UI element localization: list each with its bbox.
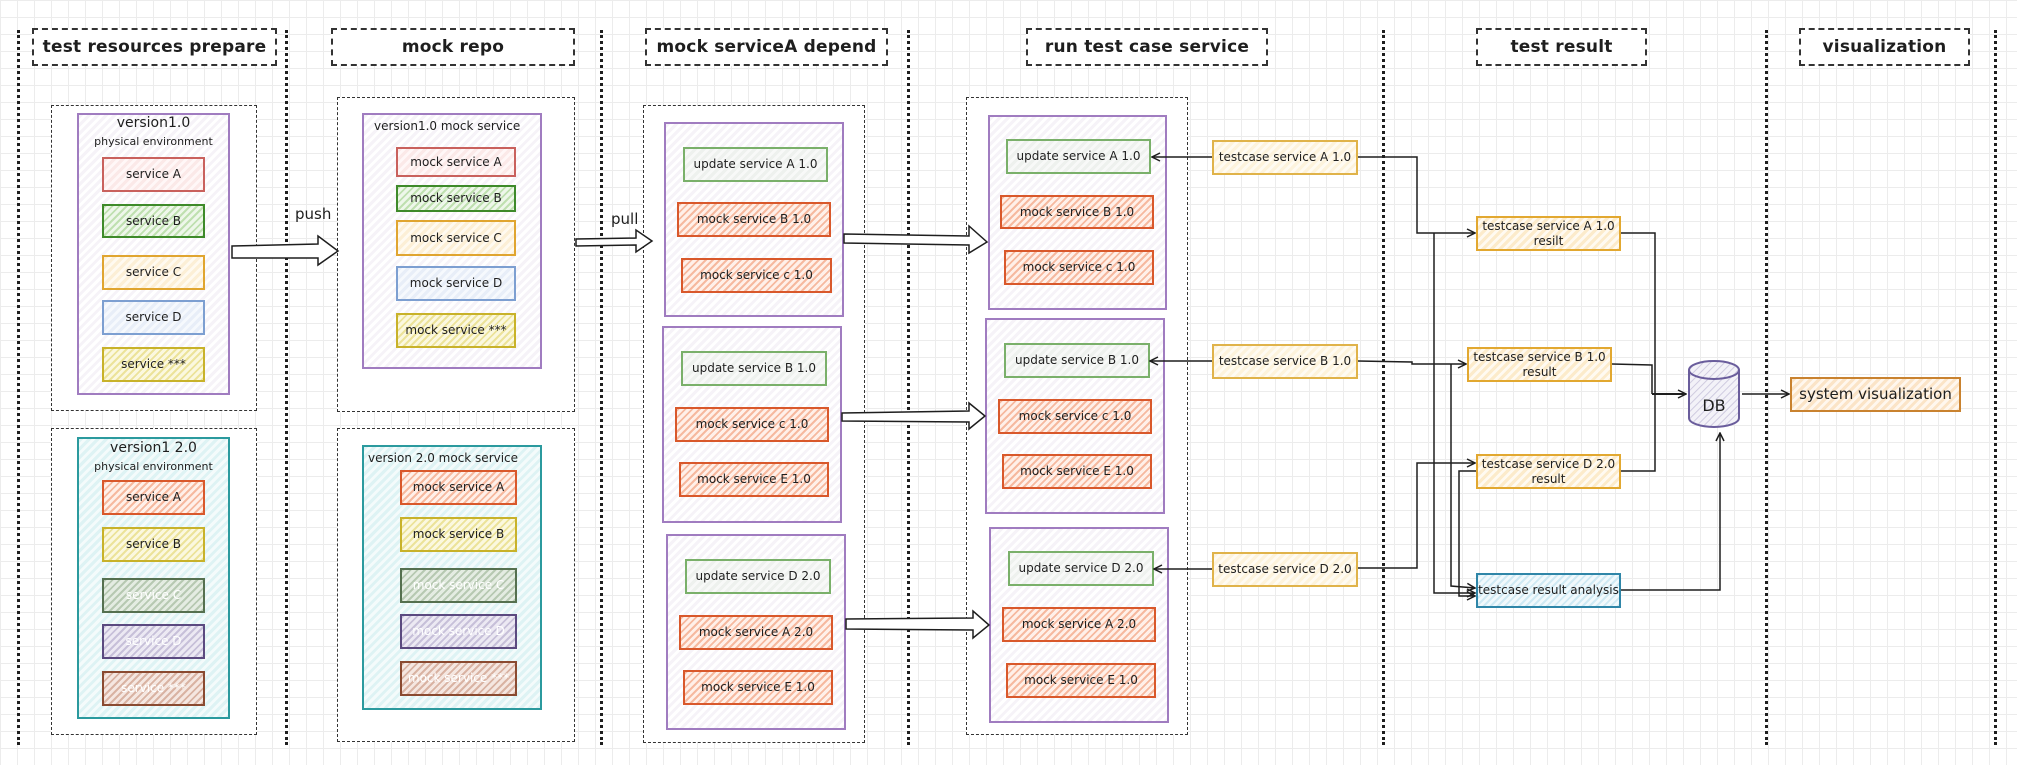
testcase-result-analysis-box[interactable]: testcase result analysis [1476, 573, 1621, 608]
testcase-a-box[interactable]: testcase service A 1.0 [1212, 140, 1358, 175]
update-service-box[interactable]: update service A 1.0 [683, 147, 828, 182]
result-d-to-db-line [1621, 394, 1656, 472]
testcase-d-to-result-arrow [1358, 463, 1475, 569]
service-c-box[interactable]: service C [102, 578, 205, 613]
update-service-box[interactable]: update service A 1.0 [1006, 139, 1151, 174]
header-visualization[interactable]: visualization [1799, 28, 1970, 66]
mock-service-a-box[interactable]: mock service A [400, 470, 517, 505]
result-d-box[interactable]: testcase service D 2.0 result [1476, 454, 1621, 489]
group-subtitle: physical environment [94, 135, 213, 148]
db-label: DB [1702, 396, 1726, 415]
group-title: version1.0 [116, 115, 191, 131]
column-divider [600, 30, 603, 745]
column-divider [1994, 30, 1997, 745]
testcase-b-to-analysis-arrow [1450, 364, 1475, 588]
mock-service-box[interactable]: mock service B 1.0 [1000, 195, 1154, 229]
header-mock-servicea-depend[interactable]: mock serviceA depend [645, 28, 888, 66]
header-mock-repo[interactable]: mock repo [331, 28, 575, 66]
column-divider [285, 30, 288, 745]
testcase-a-to-result-arrow [1358, 156, 1475, 233]
result-line2: result [1522, 364, 1557, 379]
service-other-box[interactable]: service *** [102, 671, 205, 706]
service-other-box[interactable]: service *** [102, 347, 205, 382]
mock-service-box[interactable]: mock service A 2.0 [1002, 607, 1156, 642]
update-service-box[interactable]: update service D 2.0 [685, 559, 831, 594]
mock-service-box[interactable]: mock service A 2.0 [679, 615, 833, 650]
analysis-to-db-arrow [1621, 433, 1720, 591]
pull-arrow [575, 228, 654, 254]
service-b-box[interactable]: service B [102, 527, 205, 562]
result-line2: result [1531, 471, 1566, 486]
column-divider [907, 30, 910, 745]
mock-service-box[interactable]: mock service E 1.0 [1002, 454, 1152, 489]
service-d-box[interactable]: service D [102, 624, 205, 659]
result-a-to-db-line [1621, 232, 1656, 394]
mock-service-b-box[interactable]: mock service B [400, 517, 517, 552]
result-line2: resilt [1533, 233, 1564, 248]
group-title: version1.0 mock service [374, 119, 521, 133]
mock-service-box[interactable]: mock service B 1.0 [677, 202, 831, 237]
mock-service-d-box[interactable]: mock service D [396, 266, 516, 301]
group-title: version1 2.0 [110, 440, 197, 456]
pull-label: pull [611, 210, 639, 228]
column-divider [1765, 30, 1768, 745]
mock-service-c-box[interactable]: mock service C [396, 220, 516, 256]
result-b-to-db-line [1611, 363, 1653, 394]
result-a-box[interactable]: testcase service A 1.0 resilt [1476, 216, 1621, 251]
group-subtitle: physical environment [94, 460, 213, 473]
mock-service-box[interactable]: mock service c 1.0 [681, 258, 832, 293]
mock-service-box[interactable]: mock service c 1.0 [998, 399, 1152, 434]
mock-service-a-box[interactable]: mock service A [396, 147, 516, 177]
service-d-box[interactable]: service D [102, 300, 205, 335]
testcase-d-box[interactable]: testcase service D 2.0 [1212, 552, 1358, 587]
service-b-box[interactable]: service B [102, 204, 205, 238]
mock-service-box[interactable]: mock service E 1.0 [683, 670, 833, 705]
testcase-d-to-analysis-arrow [1458, 470, 1476, 596]
testcase-b-to-result-arrow [1357, 361, 1466, 364]
mock-service-other-box[interactable]: mock service *** [396, 313, 516, 348]
result-line1: testcase service A 1.0 [1482, 218, 1615, 233]
result-b-box[interactable]: testcase service B 1.0 result [1467, 347, 1612, 382]
header-test-result[interactable]: test result [1476, 28, 1647, 66]
group-title: version 2.0 mock service [368, 451, 519, 465]
service-a-box[interactable]: service A [102, 157, 205, 192]
mock-service-box[interactable]: mock service E 1.0 [679, 462, 829, 497]
service-c-box[interactable]: service C [102, 255, 205, 290]
column-divider [17, 30, 20, 745]
mock-service-c-box[interactable]: mock service C [400, 568, 517, 603]
service-a-box[interactable]: service A [102, 480, 205, 515]
update-service-box[interactable]: update service D 2.0 [1008, 551, 1154, 586]
mock-service-box[interactable]: mock service E 1.0 [1006, 663, 1156, 698]
mock-service-box[interactable]: mock service c 1.0 [1004, 250, 1154, 285]
header-run-test-case-service[interactable]: run test case service [1026, 28, 1268, 66]
column-divider [1382, 30, 1385, 745]
result-line1: testcase service B 1.0 [1473, 349, 1606, 364]
push-label: push [295, 205, 332, 223]
mock-service-box[interactable]: mock service c 1.0 [675, 407, 829, 442]
mock-service-b-box[interactable]: mock service B [396, 185, 516, 212]
update-service-box[interactable]: update service B 1.0 [1004, 343, 1150, 378]
testcase-a-to-analysis-arrow [1433, 233, 1475, 593]
header-test-resources-prepare[interactable]: test resources prepare [32, 28, 277, 66]
testcase-b-box[interactable]: testcase service B 1.0 [1212, 344, 1358, 379]
result-line1: testcase service D 2.0 [1481, 456, 1616, 471]
system-visualization-box[interactable]: system visualization [1790, 377, 1961, 412]
update-service-box[interactable]: update service B 1.0 [681, 351, 827, 386]
mock-service-other-box[interactable]: mock service *** [400, 661, 517, 696]
db-cylinder-icon[interactable] [1686, 358, 1742, 430]
mock-service-d-box[interactable]: mock service D [400, 614, 517, 649]
